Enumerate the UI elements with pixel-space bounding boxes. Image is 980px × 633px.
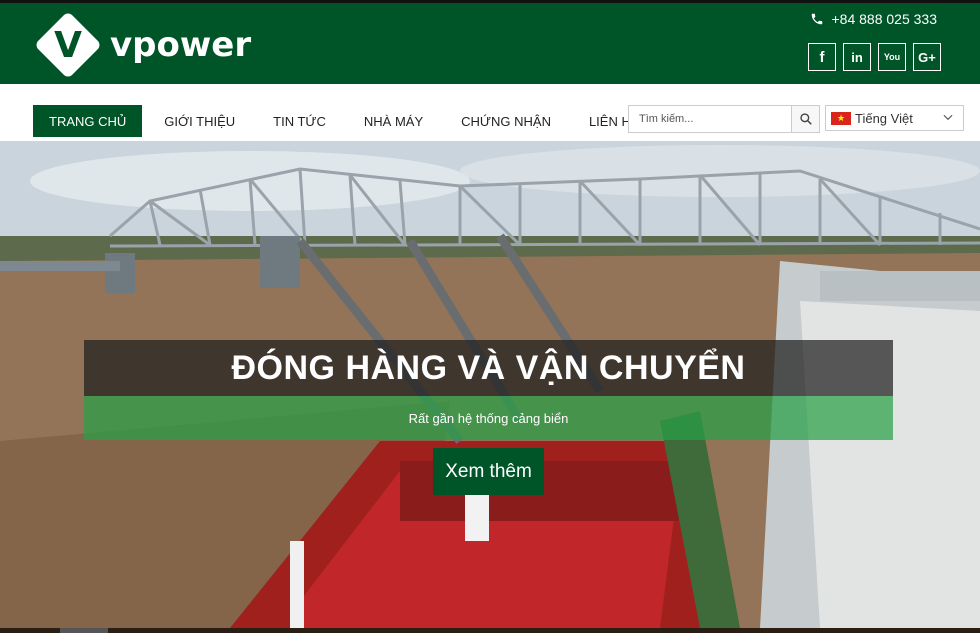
slider-bottom-strip bbox=[0, 628, 980, 633]
chevron-down-icon bbox=[943, 114, 953, 121]
hero-subtitle: Rất gần hệ thống cảng biển bbox=[408, 410, 569, 426]
search-input[interactable] bbox=[629, 106, 791, 132]
search-box bbox=[628, 105, 820, 133]
language-select[interactable]: Tiếng Việt bbox=[825, 105, 964, 131]
hero-slider: ĐÓNG HÀNG VÀ VẬN CHUYỂN Rất gần hệ thống… bbox=[0, 141, 980, 628]
search-button[interactable] bbox=[791, 106, 819, 132]
linkedin-icon[interactable]: in bbox=[843, 43, 871, 71]
language-label: Tiếng Việt bbox=[855, 110, 913, 126]
facebook-icon[interactable]: f bbox=[808, 43, 836, 71]
hero-subtitle-band: Rất gần hệ thống cảng biển bbox=[84, 396, 893, 440]
vietnam-flag-icon bbox=[831, 111, 851, 125]
main-nav: TRANG CHỦ GIỚI THIỆU TIN TỨC NHÀ MÁY CHỨ… bbox=[33, 105, 659, 137]
youtube-icon[interactable]: You bbox=[878, 43, 906, 71]
logo[interactable]: V vpower bbox=[34, 11, 251, 79]
phone-icon bbox=[811, 13, 822, 25]
nav-bar: TRANG CHỦ GIỚI THIỆU TIN TỨC NHÀ MÁY CHỨ… bbox=[0, 84, 980, 141]
nav-item-news[interactable]: TIN TỨC bbox=[254, 105, 345, 137]
nav-item-about[interactable]: GIỚI THIỆU bbox=[145, 105, 254, 137]
phone-contact[interactable]: +84 888 025 333 bbox=[810, 11, 938, 27]
nav-item-home[interactable]: TRANG CHỦ bbox=[33, 105, 143, 137]
logo-text: vpower bbox=[110, 25, 252, 65]
see-more-button[interactable]: Xem thêm bbox=[433, 448, 544, 495]
google-plus-icon[interactable]: G+ bbox=[913, 43, 941, 71]
social-links: f in You G+ bbox=[808, 43, 941, 71]
search-icon bbox=[799, 113, 812, 125]
logo-mark: V bbox=[34, 11, 102, 79]
slider-indicator[interactable] bbox=[60, 628, 108, 633]
hero-title-band: ĐÓNG HÀNG VÀ VẬN CHUYỂN bbox=[84, 340, 893, 396]
logo-letter: V bbox=[54, 24, 82, 66]
hero-title: ĐÓNG HÀNG VÀ VẬN CHUYỂN bbox=[231, 348, 746, 387]
nav-item-factory[interactable]: NHÀ MÁY bbox=[345, 105, 442, 137]
phone-number: +84 888 025 333 bbox=[831, 11, 938, 27]
nav-item-certification[interactable]: CHỨNG NHẬN bbox=[442, 105, 570, 137]
top-header: V vpower +84 888 025 333 f in You G+ bbox=[0, 0, 980, 84]
